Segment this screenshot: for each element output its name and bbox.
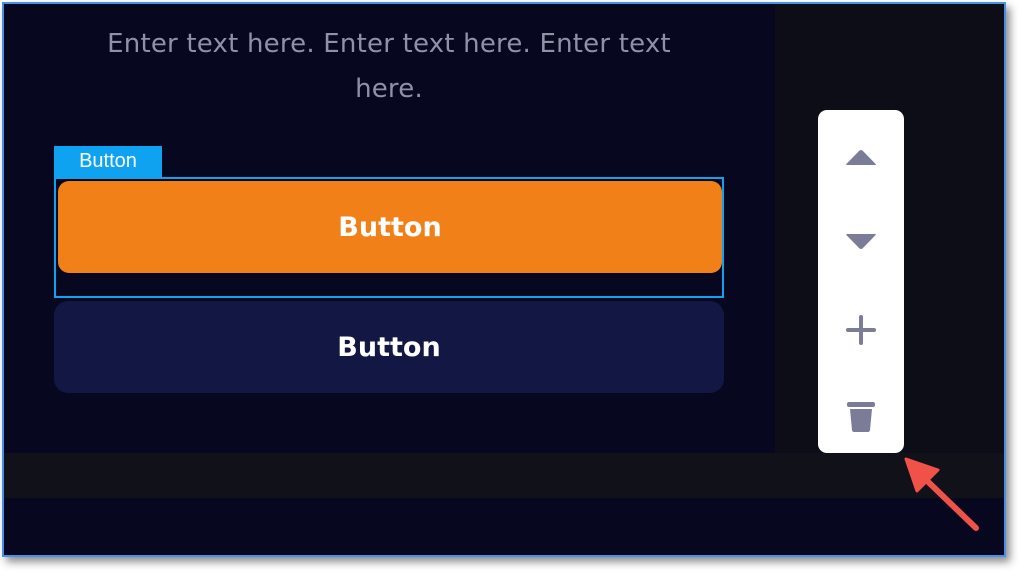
move-down-button[interactable] <box>818 211 904 271</box>
delete-element-button[interactable] <box>818 386 904 446</box>
selection-type-tag: Button <box>54 146 162 177</box>
add-icon <box>846 315 876 345</box>
footer-area <box>4 498 1004 555</box>
move-down-icon <box>846 234 876 249</box>
editor-frame: Enter text here. Enter text here. Enter … <box>2 2 1006 557</box>
canvas-bottom-strip <box>4 453 1004 498</box>
annotation-arrow-icon <box>898 450 988 540</box>
element-toolbar <box>818 110 904 453</box>
move-up-icon <box>846 150 876 165</box>
move-up-button[interactable] <box>818 128 904 188</box>
trash-icon <box>847 402 875 432</box>
secondary-button[interactable]: Button <box>54 301 724 393</box>
add-element-button[interactable] <box>818 300 904 360</box>
canvas-panel: Enter text here. Enter text here. Enter … <box>4 4 775 453</box>
canvas-text-block[interactable]: Enter text here. Enter text here. Enter … <box>74 22 704 112</box>
primary-button[interactable]: Button <box>58 181 722 273</box>
